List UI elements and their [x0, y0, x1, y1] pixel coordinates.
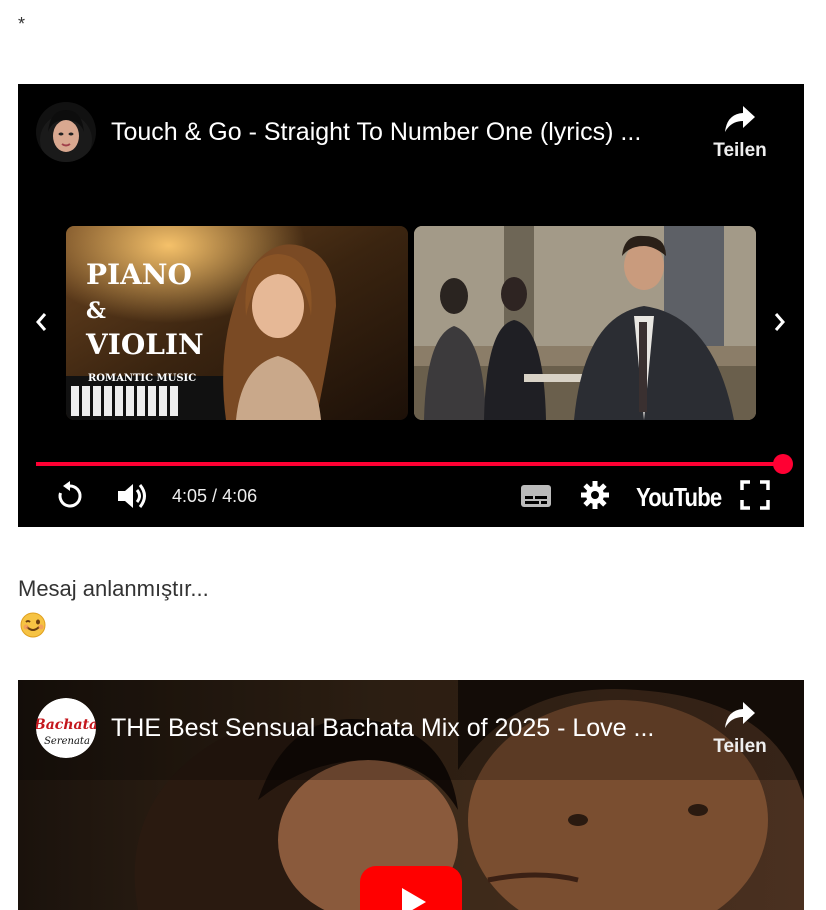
message-text: Mesaj anlanmıştır...	[18, 576, 209, 601]
share-arrow-icon	[725, 702, 755, 728]
player-controls: 4:05 / 4:06 YouTube	[18, 476, 804, 520]
share-button[interactable]: Teilen	[704, 104, 776, 162]
chevron-left-icon[interactable]	[29, 309, 53, 340]
settings-gear-icon[interactable]	[580, 480, 610, 515]
endscreen-suggestions: PIANO & VIOLIN ROMANTIC MUSIC	[66, 226, 756, 420]
time-total: 4:06	[222, 486, 258, 506]
play-button[interactable]	[360, 866, 462, 910]
share-label: Teilen	[713, 140, 767, 161]
share-button[interactable]: Teilen	[704, 700, 776, 758]
thumb-title-line2: &	[86, 298, 106, 324]
wink-emoji-icon	[20, 612, 46, 638]
thumb-title-line1: PIANO	[86, 258, 192, 291]
channel-avatar[interactable]	[36, 102, 96, 162]
channel-logo-line2: Serenata	[44, 736, 90, 747]
progress-bar[interactable]	[36, 454, 793, 474]
progress-scrubber-handle[interactable]	[773, 454, 793, 474]
endscreen-video-thumbnail[interactable]	[414, 226, 756, 420]
time-display: 4:05 / 4:06	[172, 486, 257, 507]
channel-avatar[interactable]: Bachata Serenata	[36, 698, 96, 758]
time-current: 4:05	[172, 486, 208, 506]
fullscreen-icon[interactable]	[740, 480, 770, 515]
chevron-right-icon[interactable]	[768, 309, 792, 340]
channel-logo-line1: Bachata	[36, 717, 96, 733]
youtube-player-1[interactable]: Touch & Go - Straight To Number One (lyr…	[18, 84, 804, 527]
video-title[interactable]: THE Best Sensual Bachata Mix of 2025 - L…	[111, 714, 691, 743]
replay-icon[interactable]	[54, 480, 86, 517]
progress-bar-fill	[36, 462, 783, 466]
volume-icon[interactable]	[116, 480, 150, 517]
video-title[interactable]: Touch & Go - Straight To Number One (lyr…	[111, 118, 691, 147]
endscreen-video-thumbnail[interactable]: PIANO & VIOLIN ROMANTIC MUSIC	[66, 226, 408, 420]
time-separator: /	[207, 486, 223, 506]
thumb-title-line3: VIOLIN	[85, 328, 204, 361]
subtitles-icon[interactable]	[520, 484, 552, 513]
asterisk-text: *	[18, 14, 26, 34]
youtube-player-2[interactable]: Bachata Serenata THE Best Sensual Bachat…	[18, 680, 804, 910]
share-label: Teilen	[713, 736, 767, 757]
youtube-logo[interactable]: YouTube	[636, 482, 722, 513]
share-arrow-icon	[725, 106, 755, 132]
thumb-subtitle: ROMANTIC MUSIC	[88, 373, 196, 384]
